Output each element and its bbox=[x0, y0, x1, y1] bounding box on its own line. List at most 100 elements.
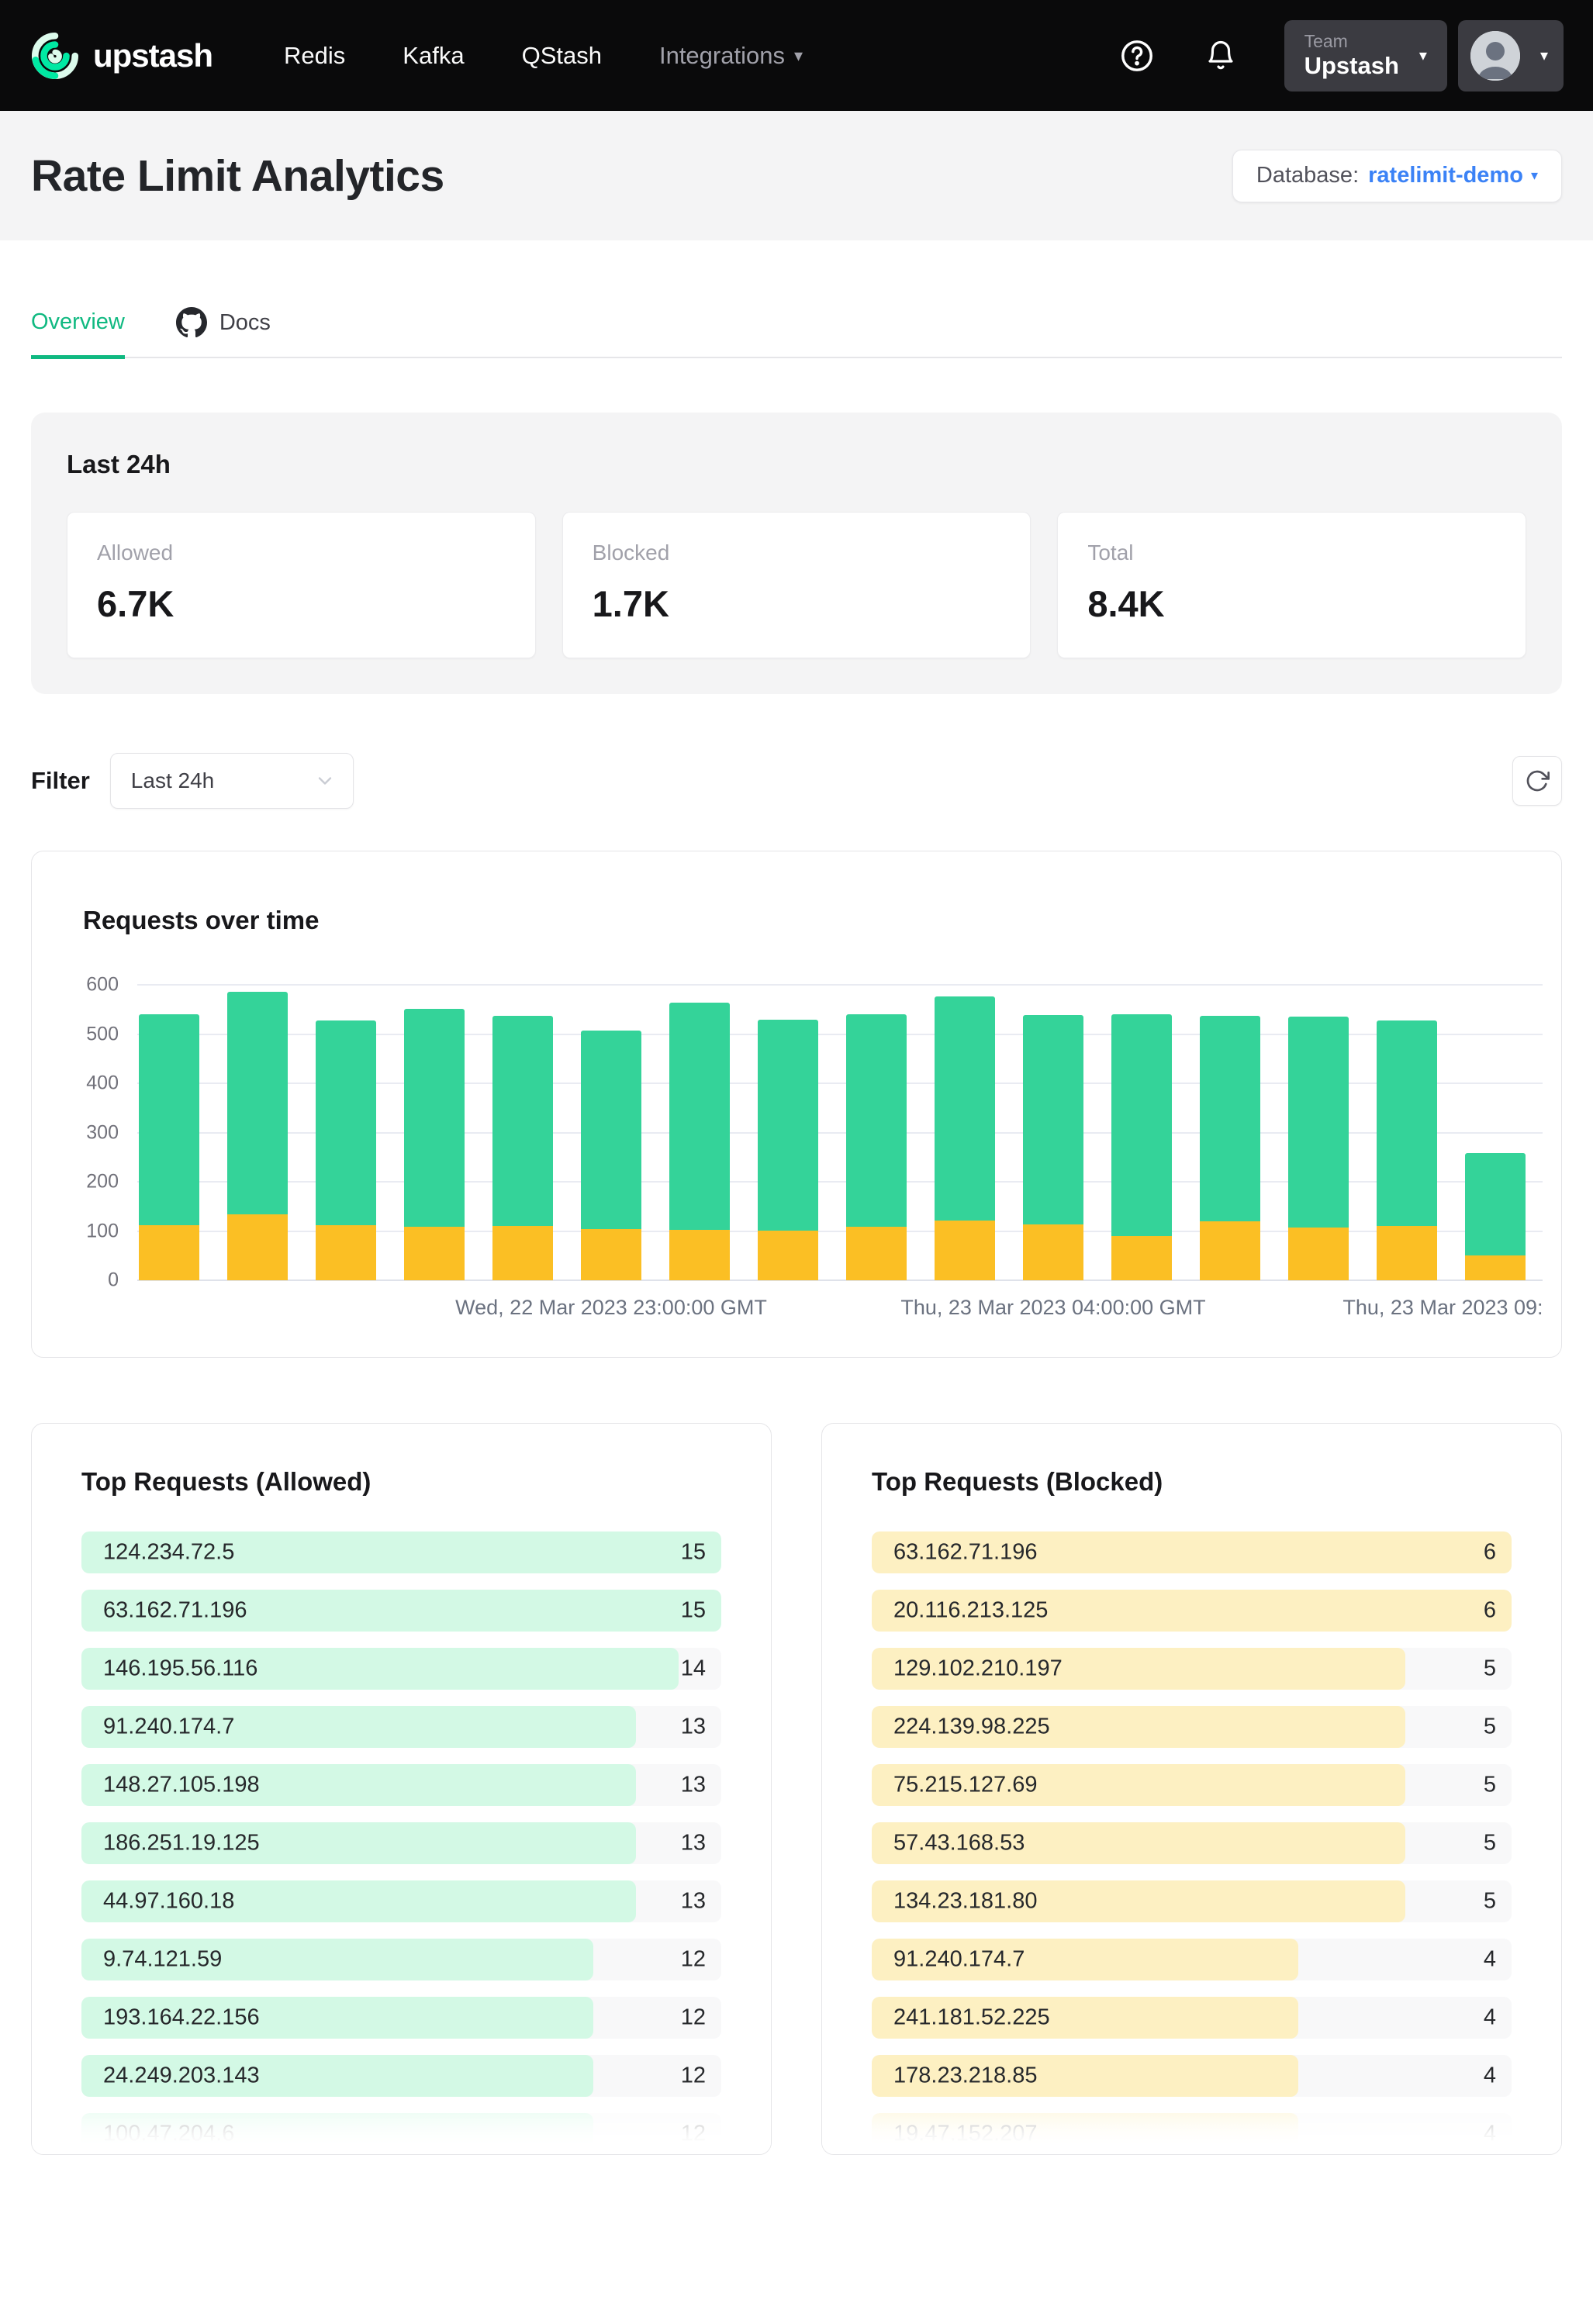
database-label: Database: bbox=[1256, 163, 1359, 188]
row-ip: 241.181.52.225 bbox=[893, 2005, 1050, 2031]
chart-bar-0 bbox=[139, 985, 199, 1280]
avatar-image bbox=[1470, 31, 1520, 81]
row-count: 12 bbox=[681, 2122, 706, 2147]
bar-segment-blocked bbox=[846, 1227, 907, 1280]
table-row: 63.162.71.19615 bbox=[81, 1590, 721, 1632]
stat-value: 6.7K bbox=[97, 582, 506, 625]
chart-bar-5 bbox=[581, 985, 641, 1280]
filter-row: Filter Last 24h bbox=[31, 753, 1562, 809]
row-count: 15 bbox=[681, 1540, 706, 1566]
blocked-rows: 63.162.71.1966 20.116.213.125 6 129.102.210… bbox=[872, 1531, 1512, 2155]
bar-segment-allowed bbox=[492, 1016, 553, 1226]
bar-segment-allowed bbox=[758, 1020, 818, 1231]
chart-bar-6 bbox=[669, 985, 730, 1280]
row-ip: 19.47.152.207 bbox=[893, 2122, 1037, 2147]
refresh-button[interactable] bbox=[1512, 756, 1562, 806]
bar-segment-blocked bbox=[316, 1225, 376, 1280]
table-row: 24.249.203.143 12 bbox=[81, 2055, 721, 2097]
row-count: 12 bbox=[681, 2063, 706, 2089]
row-ip: 24.249.203.143 bbox=[103, 2063, 260, 2089]
table-row: 91.240.174.74 bbox=[872, 1939, 1512, 1980]
nav-item-kafka[interactable]: Kafka bbox=[403, 42, 464, 70]
stats-panel: Last 24h Allowed6.7KBlocked1.7KTotal8.4K bbox=[31, 413, 1562, 694]
row-ip: 129.102.210.197 bbox=[893, 1656, 1063, 1682]
row-count: 14 bbox=[681, 1656, 706, 1682]
table-row: 44.97.160.1813 bbox=[81, 1880, 721, 1922]
table-row: 124.234.72.515 bbox=[81, 1531, 721, 1573]
chart-bar-9 bbox=[935, 985, 995, 1280]
nav-item-label: Redis bbox=[284, 42, 345, 69]
bar-segment-blocked bbox=[1111, 1236, 1172, 1280]
team-switcher[interactable]: Team Upstash ▾ bbox=[1284, 20, 1447, 92]
chart-y-axis: 6005004003002001000 bbox=[32, 985, 119, 1280]
nav-item-label: Integrations bbox=[659, 42, 785, 70]
time-range-select[interactable]: Last 24h bbox=[110, 753, 354, 809]
row-ip: 134.23.181.80 bbox=[893, 1889, 1037, 1915]
stat-card-allowed: Allowed 6.7K bbox=[67, 512, 536, 658]
table-row: 100.47.204.612 bbox=[81, 2113, 721, 2155]
chevron-down-icon: ▾ bbox=[1531, 167, 1538, 184]
bar-segment-allowed bbox=[1465, 1153, 1526, 1255]
y-tick-label: 400 bbox=[86, 1072, 119, 1095]
nav-item-integrations[interactable]: Integrations▾ bbox=[659, 42, 803, 70]
table-row: 91.240.174.713 bbox=[81, 1706, 721, 1748]
bell-icon bbox=[1204, 40, 1237, 72]
table-row: 63.162.71.1966 bbox=[872, 1531, 1512, 1573]
bar-segment-blocked bbox=[758, 1231, 818, 1280]
bar-segment-allowed bbox=[846, 1014, 907, 1227]
row-count: 12 bbox=[681, 1947, 706, 1973]
bar-segment-allowed bbox=[316, 1020, 376, 1225]
help-button[interactable] bbox=[1114, 33, 1160, 79]
bar-segment-allowed bbox=[1111, 1014, 1172, 1236]
chart-bar-4 bbox=[492, 985, 553, 1280]
top-requests-section: Top Requests (Allowed) 124.234.72.51563.… bbox=[31, 1423, 1562, 2155]
tab-overview[interactable]: Overview bbox=[31, 307, 125, 359]
y-tick-label: 300 bbox=[86, 1121, 119, 1144]
chart-bar-11 bbox=[1111, 985, 1172, 1280]
bar-segment-allowed bbox=[1023, 1015, 1083, 1224]
team-label: Team bbox=[1304, 31, 1399, 51]
table-row: 75.215.127.695 bbox=[872, 1764, 1512, 1806]
stats-heading: Last 24h bbox=[67, 450, 1526, 479]
nav-item-qstash[interactable]: QStash bbox=[522, 42, 602, 70]
table-title: Top Requests (Blocked) bbox=[872, 1467, 1163, 1497]
stat-label: Blocked bbox=[593, 540, 1001, 565]
bar-segment-blocked bbox=[1377, 1226, 1437, 1280]
top-requests-allowed-card: Top Requests (Allowed) 124.234.72.51563.… bbox=[31, 1423, 772, 2155]
table-row: 148.27.105.19813 bbox=[81, 1764, 721, 1806]
bar-segment-blocked bbox=[935, 1221, 995, 1280]
chart-bar-13 bbox=[1288, 985, 1349, 1280]
stat-label: Allowed bbox=[97, 540, 506, 565]
row-count: 4 bbox=[1484, 1947, 1496, 1973]
filter-label: Filter bbox=[31, 767, 90, 795]
bar-segment-allowed bbox=[227, 992, 288, 1214]
chevron-down-icon: ▾ bbox=[1419, 46, 1427, 65]
notifications-button[interactable] bbox=[1197, 33, 1244, 79]
x-tick-label: Thu, 23 Mar 2023 09:00:00 GMT bbox=[1342, 1296, 1543, 1320]
chart-title: Requests over time bbox=[83, 906, 319, 935]
table-row: 178.23.218.854 bbox=[872, 2055, 1512, 2097]
chart-bar-12 bbox=[1200, 985, 1260, 1280]
bar-segment-blocked bbox=[404, 1227, 465, 1280]
row-ip: 57.43.168.53 bbox=[893, 1831, 1025, 1856]
row-count: 6 bbox=[1484, 1540, 1496, 1566]
tab-docs[interactable]: Docs bbox=[176, 307, 271, 357]
tab-overview-label: Overview bbox=[31, 309, 125, 335]
requests-chart-card: Requests over time 6005004003002001000 W… bbox=[31, 851, 1562, 1358]
y-tick-label: 200 bbox=[86, 1171, 119, 1193]
row-count: 5 bbox=[1484, 1889, 1496, 1915]
row-ip: 148.27.105.198 bbox=[103, 1773, 260, 1798]
row-ip: 75.215.127.69 bbox=[893, 1773, 1037, 1798]
github-icon bbox=[176, 307, 207, 338]
row-ip: 44.97.160.18 bbox=[103, 1889, 234, 1915]
chevron-down-icon bbox=[314, 770, 336, 792]
table-row: 57.43.168.535 bbox=[872, 1822, 1512, 1864]
team-name: Upstash bbox=[1304, 52, 1399, 80]
upstash-logo[interactable]: upstash bbox=[29, 30, 213, 81]
logo-wordmark: upstash bbox=[93, 37, 213, 74]
nav-item-redis[interactable]: Redis bbox=[284, 42, 345, 70]
database-selector[interactable]: Database: ratelimit-demo ▾ bbox=[1232, 150, 1562, 202]
bar-segment-blocked bbox=[1465, 1255, 1526, 1280]
row-ip: 20.116.213.125 bbox=[893, 1598, 1048, 1624]
account-menu[interactable]: ▾ bbox=[1458, 20, 1564, 92]
